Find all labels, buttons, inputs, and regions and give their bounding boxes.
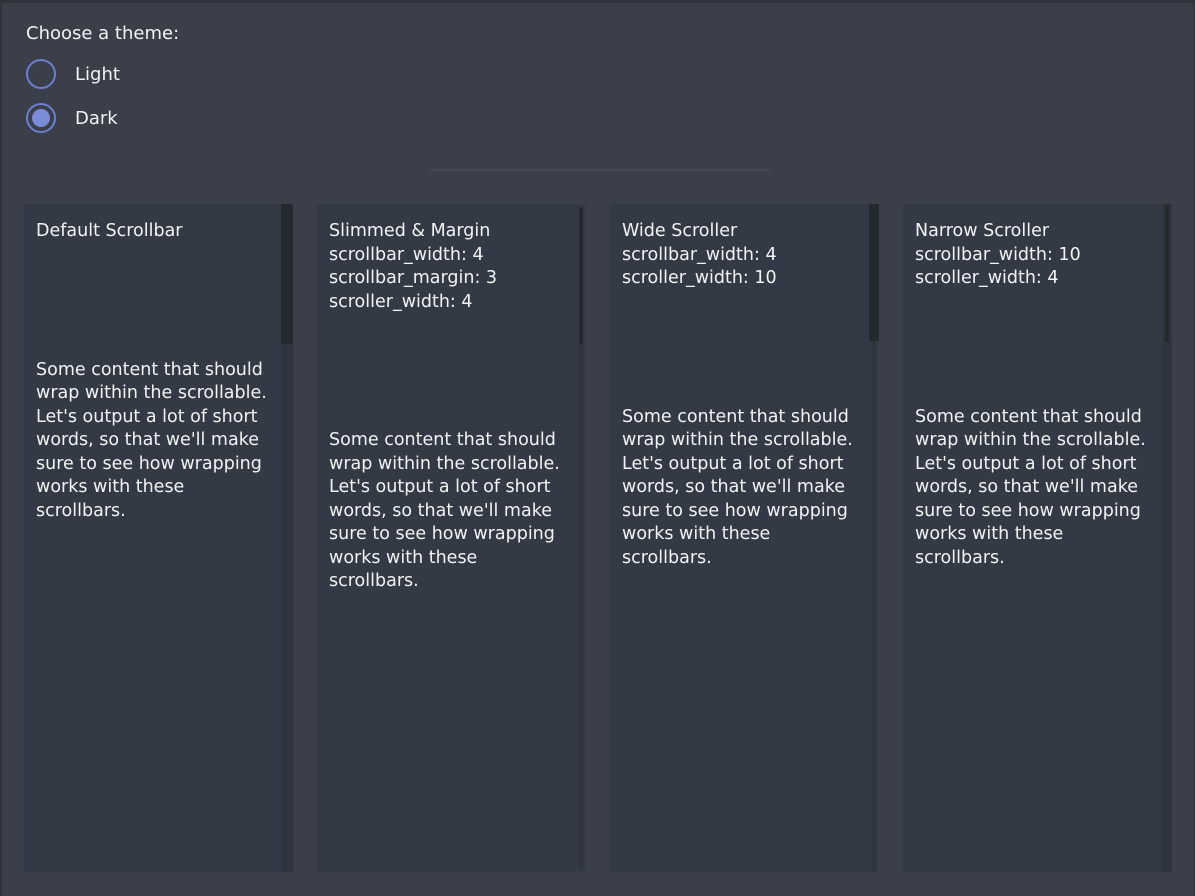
panel-narrow-scroller[interactable]: Narrow Scroller scrollbar_width: 10 scro… [903, 204, 1172, 872]
panel-config-line: scrollbar_margin: 3 [329, 267, 564, 291]
scrollbar-thumb[interactable] [869, 204, 879, 341]
radio-option-light[interactable]: Light [26, 59, 179, 89]
panel-wide-scroller[interactable]: Wide Scroller scrollbar_width: 4 scrolle… [610, 204, 879, 872]
radio-button-dark[interactable] [26, 103, 56, 133]
theme-chooser-label: Choose a theme: [26, 22, 179, 46]
panel-default-scrollbar[interactable]: Default Scrollbar Some content that shou… [24, 204, 293, 872]
panel-config-line: scrollbar_width: 4 [622, 244, 857, 268]
panel-title: Narrow Scroller [915, 220, 1150, 244]
panel-config-line: scroller_width: 4 [915, 267, 1150, 291]
panel-header: Narrow Scroller scrollbar_width: 10 scro… [915, 220, 1150, 291]
panel-body-text: Some content that should wrap within the… [329, 429, 564, 594]
scrollbar-thumb[interactable] [1165, 204, 1169, 342]
scrollbar-demo-panels: Default Scrollbar Some content that shou… [24, 204, 1172, 872]
radio-option-dark[interactable]: Dark [26, 103, 179, 133]
panel-body-text: Some content that should wrap within the… [36, 359, 271, 524]
panel-header: Slimmed & Margin scrollbar_width: 4 scro… [329, 220, 564, 314]
section-divider [430, 169, 770, 171]
panel-config-line: scroller_width: 4 [329, 291, 564, 315]
panel-title: Default Scrollbar [36, 220, 271, 244]
panel-header: Wide Scroller scrollbar_width: 4 scrolle… [622, 220, 857, 291]
panel-config-line: scroller_width: 10 [622, 267, 857, 291]
radio-label-dark[interactable]: Dark [75, 108, 118, 129]
scrollbar-thumb[interactable] [579, 207, 583, 344]
panel-config-line: scrollbar_width: 4 [329, 244, 564, 268]
theme-chooser: Choose a theme: Light Dark [26, 22, 179, 147]
panel-body-text: Some content that should wrap within the… [622, 406, 857, 571]
radio-label-light[interactable]: Light [75, 64, 120, 85]
radio-button-light[interactable] [26, 59, 56, 89]
panel-body-text: Some content that should wrap within the… [915, 406, 1150, 571]
panel-title: Slimmed & Margin [329, 220, 564, 244]
panel-config-line: scrollbar_width: 10 [915, 244, 1150, 268]
panel-title: Wide Scroller [622, 220, 857, 244]
panel-header: Default Scrollbar [36, 220, 271, 244]
panel-slimmed-margin[interactable]: Slimmed & Margin scrollbar_width: 4 scro… [317, 204, 586, 872]
scrollbar-thumb[interactable] [281, 204, 293, 344]
